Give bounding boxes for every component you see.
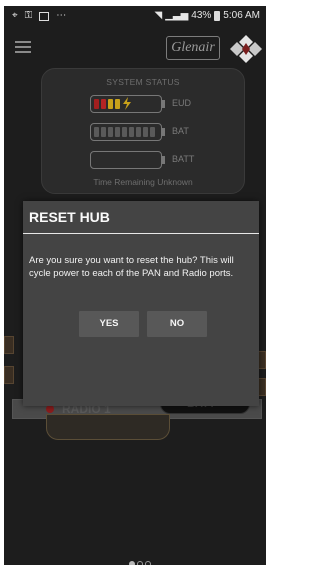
signal-icon: ▁▃▅ (165, 10, 189, 21)
status-bar-right: ◥ ▁▃▅ 43% 5:06 AM (154, 10, 260, 22)
no-button[interactable]: NO (147, 311, 207, 337)
background-port-block (4, 336, 14, 354)
glenair-logo: Glenair (166, 36, 220, 60)
background-port-block (4, 366, 14, 384)
system-status-panel: SYSTEM STATUS EUD BAT BATT Time Remainin… (41, 68, 245, 194)
batt-label: BATT (172, 154, 195, 164)
yes-button[interactable]: YES (79, 311, 139, 337)
dialog-title: RESET HUB (29, 209, 110, 225)
clock: 5:06 AM (223, 10, 260, 21)
dialog-message: Are you sure you want to reset the hub? … (29, 255, 234, 279)
page-dot-1[interactable] (129, 561, 135, 565)
battery-percent: 43% (191, 10, 212, 21)
page-dot-2[interactable] (137, 561, 143, 565)
page-indicator (129, 561, 151, 565)
dialog-divider (23, 233, 259, 234)
diamonds-logo-icon (230, 35, 262, 63)
time-remaining-text: Time Remaining Unknown (93, 177, 193, 187)
charging-bolt-icon (123, 97, 131, 110)
wifi-icon: ◥ (154, 10, 163, 21)
status-bar: ⌖ ⚿ ⋯ ◥ ▁▃▅ 43% 5:06 AM (4, 6, 266, 28)
image-icon (39, 11, 50, 21)
eud-battery-gauge (90, 95, 162, 113)
more-icon: ⋯ (56, 10, 67, 21)
battery-icon (214, 11, 221, 21)
key-icon: ⚿ (24, 10, 33, 21)
reset-hub-dialog: RESET HUB Are you sure you want to reset… (23, 201, 259, 406)
hub-body-shape (46, 414, 170, 440)
menu-icon[interactable] (15, 41, 31, 53)
radio-status-dot (46, 405, 54, 413)
page-dot-3[interactable] (145, 561, 151, 565)
eud-label: EUD (172, 98, 192, 108)
location-icon: ⌖ (12, 10, 18, 21)
bat-label: BAT (172, 126, 189, 136)
batt-battery-gauge (90, 151, 162, 169)
system-status-title: SYSTEM STATUS (106, 77, 180, 87)
status-bar-left: ⌖ ⚿ ⋯ (12, 10, 66, 22)
bat-battery-gauge (90, 123, 162, 141)
phone-screen: ⌖ ⚿ ⋯ ◥ ▁▃▅ 43% 5:06 AM Glenair SYSTEM S… (4, 6, 266, 565)
